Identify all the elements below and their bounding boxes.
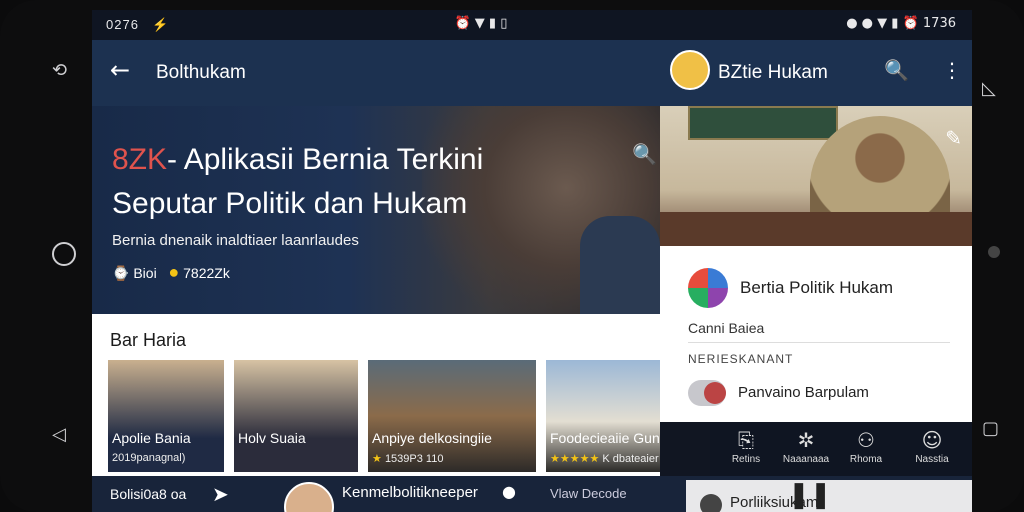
news-card-caption: Holv Suaia	[238, 430, 306, 446]
send-icon[interactable]: ➤	[212, 482, 229, 506]
news-heading: Bar Haria	[110, 330, 187, 350]
left-app: ← Bolthukam 8ZK- Aplikasii Bernia Terkin…	[92, 40, 660, 512]
right-topbar-title: BZtie Hukam	[718, 62, 828, 83]
panel-row-1[interactable]: Canni Baiea	[688, 320, 764, 336]
news-section: Bar Haria Apolie Bania 2019panagnal) Hol…	[92, 314, 660, 476]
people-icon: ⚇	[857, 428, 875, 452]
home-circle-icon[interactable]	[52, 242, 76, 266]
bottom-text-3: Vlaw Decode	[550, 486, 627, 501]
right-topbar: BZtie Hukam 🔍 ⋮	[660, 40, 972, 106]
avatar[interactable]	[670, 50, 710, 90]
media-pill[interactable]: Porliiksiukam ❚❚	[686, 480, 972, 512]
status-time: 0276	[106, 17, 139, 32]
left-topbar-title: Bolthukam	[156, 62, 246, 83]
divider	[688, 342, 950, 343]
hero-title: 8ZK- Aplikasii Bernia Terkini Seputar Po…	[112, 143, 484, 220]
news-card[interactable]: Anpiye delkosingiie ★ 1539P3 110	[368, 360, 536, 472]
app-logo-icon	[688, 268, 728, 308]
left-topbar: ← Bolthukam	[92, 40, 660, 106]
back-triangle-icon[interactable]: ◁	[52, 424, 66, 445]
pause-icon[interactable]: ❚❚	[788, 480, 832, 510]
coin-icon: ●	[168, 262, 180, 282]
bottom-avatar[interactable]	[284, 482, 334, 512]
news-card-sub: 2019panagnal)	[112, 452, 186, 464]
news-card[interactable]: Holv Suaia	[234, 360, 358, 472]
bottom-bar: Bolisi0a8 oa ➤ Kenmelbolitikneeper ● Vla…	[92, 476, 972, 512]
person-icon: ☺	[921, 428, 943, 452]
bottom-nav: ⎘ Retins ✲ Naaanaaa ⚇ Rhoma ☺ Nasstia	[710, 422, 972, 476]
rotate-icon[interactable]: ⟲	[52, 60, 67, 81]
office-photo: ✎	[660, 106, 972, 246]
bottom-text-1: Bolisi0a8 oa	[110, 486, 187, 502]
photo-board	[688, 106, 838, 140]
nav-item-2[interactable]: ✲ Naaanaaa	[780, 428, 832, 465]
photo-desk	[660, 212, 972, 246]
bookmark-icon: ⎘	[738, 428, 754, 452]
news-card-caption: Foodecieaiie Gun	[550, 430, 660, 446]
app-name: Bertia Politik Hukam	[740, 278, 894, 297]
hero-subtitle: Bernia dnenaik inaldtiaer laanrlaudes	[112, 232, 359, 249]
back-arrow-icon[interactable]: ←	[110, 56, 130, 84]
clock-icon: ⌚	[112, 265, 130, 281]
news-card[interactable]: Apolie Bania 2019panagnal)	[108, 360, 224, 472]
nav-item-1[interactable]: ⎘ Retins	[720, 428, 772, 465]
toggle-switch[interactable]	[688, 380, 726, 406]
hero-meta-left: Bioi	[133, 265, 157, 281]
hero-banner[interactable]: 8ZK- Aplikasii Bernia Terkini Seputar Po…	[92, 106, 660, 314]
news-card-caption: Anpiye delkosingiie	[372, 430, 492, 446]
news-card-sub: ★ 1539P3 110	[372, 453, 444, 465]
hero-meta-right: 7822Zk	[183, 265, 230, 281]
news-card[interactable]: Foodecieaiie Gun ★★★★★ K dbateaier	[546, 360, 660, 472]
info-icon[interactable]: ●	[502, 482, 516, 501]
right-app: BZtie Hukam 🔍 ⋮ ✎ Bertia Politik Hukam C…	[660, 40, 972, 476]
news-card-caption: Apolie Bania	[112, 430, 191, 446]
media-avatar-icon	[700, 494, 722, 512]
more-vert-icon[interactable]: ⋮	[942, 58, 962, 82]
search-icon[interactable]: 🔍	[632, 142, 657, 166]
news-card-image	[234, 360, 358, 472]
search-icon[interactable]: 🔍	[884, 58, 909, 82]
camera-dot-icon	[988, 246, 1000, 258]
news-card-sub: ★★★★★ K dbateaier	[550, 453, 659, 465]
nav-item-4[interactable]: ☺ Nasstia	[906, 428, 958, 465]
bottom-text-2: Kenmelbolitikneeper	[342, 484, 478, 501]
nav-item-3[interactable]: ⚇ Rhoma	[840, 428, 892, 465]
back-triangle-right-icon[interactable]: ◺	[982, 78, 996, 99]
edit-icon[interactable]: ✎	[945, 126, 962, 150]
hero-officer-image	[580, 216, 660, 314]
hero-meta: ⌚ Bioi ● 7822Zk	[112, 262, 230, 283]
recents-square-icon[interactable]: ▢	[982, 418, 999, 439]
status-battery-text: 1736	[922, 16, 956, 31]
app-info-panel: Bertia Politik Hukam Canni Baiea NERIESK…	[660, 246, 972, 422]
brightness-icon: ✲	[797, 428, 815, 452]
status-icons: ⏰ ▼ ▮ ▯ ● ● ▼ ▮ ⏰ 1736	[454, 16, 956, 31]
panel-row-2: NERIESKANANT	[688, 352, 794, 366]
status-bar: 0276 ⚡ ⏰ ▼ ▮ ▯ ● ● ▼ ▮ ⏰ 1736	[92, 10, 972, 40]
notification-icon: ⚡	[152, 17, 170, 32]
device-screen: 0276 ⚡ ⏰ ▼ ▮ ▯ ● ● ▼ ▮ ⏰ 1736 ← Bolthuka…	[92, 10, 972, 512]
panel-row-3: Panvaino Barpulam	[738, 384, 869, 401]
